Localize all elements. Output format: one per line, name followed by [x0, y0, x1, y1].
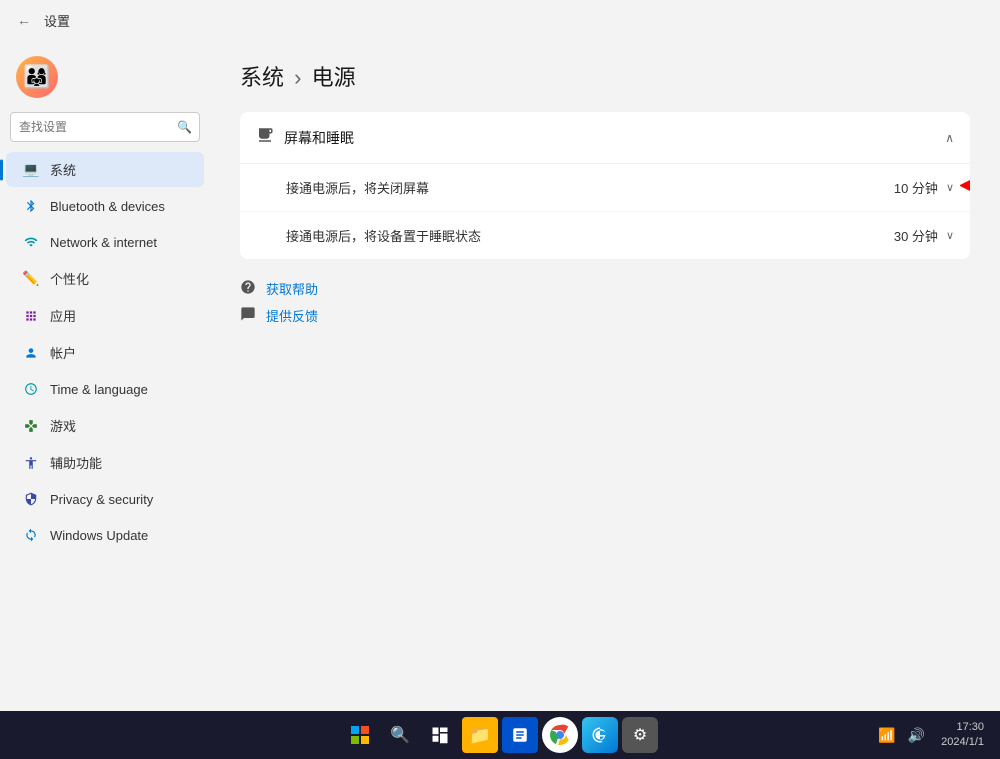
screen-off-chevron: ∨	[946, 181, 954, 194]
sidebar-item-personalization[interactable]: ✏️ 个性化	[6, 261, 204, 296]
sidebar-item-accounts[interactable]: 帐户	[6, 335, 204, 370]
taskview-button[interactable]	[422, 717, 458, 753]
get-help-label: 获取帮助	[266, 279, 318, 298]
page-header: 系统 › 电源	[240, 60, 970, 92]
search-input[interactable]	[10, 112, 200, 142]
card-header-left: 屏幕和睡眠	[256, 126, 354, 149]
sidebar-item-label: 系统	[50, 160, 76, 179]
sidebar-item-network[interactable]: Network & internet	[6, 225, 204, 259]
personalization-icon: ✏️	[22, 270, 40, 288]
screen-off-value-container[interactable]: 10 分钟 ∨	[894, 178, 954, 197]
sidebar-item-label: Time & language	[50, 382, 148, 397]
breadcrumb-separator: ›	[294, 65, 301, 90]
main-content: 系统 › 电源 屏幕和睡眠 ∧	[210, 40, 1000, 711]
search-icon: 🔍	[177, 120, 192, 134]
edge-button[interactable]	[582, 717, 618, 753]
sidebar-item-privacy[interactable]: Privacy & security	[6, 482, 204, 516]
titlebar: ← 设置	[0, 0, 1000, 40]
setting-row-screen: 接通电源后，将关闭屏幕 10 分钟 ∨	[240, 164, 970, 212]
sidebar-item-accessibility[interactable]: 辅助功能	[6, 445, 204, 480]
taskbar-tray: 📶 🔊 17:30 2024/1/1	[874, 720, 992, 751]
card-expand-chevron[interactable]: ∧	[945, 131, 954, 145]
accessibility-icon	[22, 454, 40, 472]
taskbar-clock[interactable]: 17:30 2024/1/1	[933, 720, 992, 751]
sleep-value: 30 分钟	[894, 226, 938, 245]
screen-sleep-header[interactable]: 屏幕和睡眠 ∧	[240, 112, 970, 164]
get-help-link[interactable]: 获取帮助	[240, 279, 970, 298]
screen-sleep-card: 屏幕和睡眠 ∧ 接通电源后，将关闭屏幕 10 分钟 ∨	[240, 112, 970, 259]
sidebar-item-apps[interactable]: 应用	[6, 298, 204, 333]
help-section: 获取帮助 提供反馈	[240, 279, 970, 325]
clock-date: 2024/1/1	[941, 735, 984, 750]
breadcrumb: 系统 › 电源	[240, 60, 970, 92]
bluetooth-icon	[22, 197, 40, 215]
breadcrumb-current: 电源	[312, 65, 356, 90]
file-explorer-button[interactable]: 📁	[462, 717, 498, 753]
task-manager-button[interactable]	[502, 717, 538, 753]
taskbar-center: 🔍 📁 ⚙	[342, 717, 658, 753]
screen-off-value: 10 分钟	[894, 178, 938, 197]
taskbar-search-button[interactable]: 🔍	[382, 717, 418, 753]
time-icon	[22, 380, 40, 398]
privacy-icon	[22, 490, 40, 508]
chrome-button[interactable]	[542, 717, 578, 753]
back-button[interactable]: ←	[12, 8, 36, 32]
breadcrumb-parent: 系统	[240, 65, 284, 90]
network-icon	[22, 233, 40, 251]
sidebar-item-windows-update[interactable]: Windows Update	[6, 518, 204, 552]
content-area: 👨‍👩‍👧 🔍 💻 系统 Bluetooth & devices	[0, 40, 1000, 711]
sidebar-item-label: 游戏	[50, 416, 76, 435]
avatar: 👨‍👩‍👧	[16, 56, 58, 98]
feedback-label: 提供反馈	[266, 306, 318, 325]
red-arrow-annotation	[960, 170, 970, 205]
taskbar: 🔍 📁 ⚙ 📶 🔊 17:30 2024/1/1	[0, 711, 1000, 759]
settings-window: ← 设置 👨‍👩‍👧 🔍 💻 系统 B	[0, 0, 1000, 711]
tray-icon-network[interactable]: 📶	[874, 723, 899, 748]
taskbar-settings-button[interactable]: ⚙	[622, 717, 658, 753]
screen-icon	[256, 126, 274, 149]
clock-time: 17:30	[941, 720, 984, 735]
setting-row-sleep: 接通电源后，将设备置于睡眠状态 30 分钟 ∨	[240, 212, 970, 259]
sidebar: 👨‍👩‍👧 🔍 💻 系统 Bluetooth & devices	[0, 40, 210, 711]
feedback-icon	[240, 306, 256, 325]
sidebar-item-label: Bluetooth & devices	[50, 199, 165, 214]
user-profile: 👨‍👩‍👧	[0, 48, 210, 110]
search-box: 🔍	[10, 112, 200, 142]
windows-update-icon	[22, 526, 40, 544]
apps-icon	[22, 307, 40, 325]
screen-off-label: 接通电源后，将关闭屏幕	[286, 178, 429, 197]
sidebar-item-label: 帐户	[50, 343, 76, 362]
start-button[interactable]	[342, 717, 378, 753]
titlebar-title: 设置	[44, 11, 70, 30]
sidebar-item-label: Windows Update	[50, 528, 148, 543]
sidebar-item-label: Privacy & security	[50, 492, 153, 507]
sleep-label: 接通电源后，将设备置于睡眠状态	[286, 226, 481, 245]
sidebar-item-time[interactable]: Time & language	[6, 372, 204, 406]
sidebar-item-bluetooth[interactable]: Bluetooth & devices	[6, 189, 204, 223]
sidebar-item-label: 个性化	[50, 269, 89, 288]
sleep-chevron: ∨	[946, 229, 954, 242]
gaming-icon	[22, 417, 40, 435]
feedback-link[interactable]: 提供反馈	[240, 306, 970, 325]
tray-icon-volume[interactable]: 🔊	[904, 723, 929, 748]
sidebar-item-label: Network & internet	[50, 235, 157, 250]
system-icon: 💻	[22, 161, 40, 179]
sleep-value-container[interactable]: 30 分钟 ∨	[894, 226, 954, 245]
help-icon	[240, 279, 256, 298]
sidebar-item-label: 应用	[50, 306, 76, 325]
sidebar-item-label: 辅助功能	[50, 453, 102, 472]
sidebar-item-system[interactable]: 💻 系统	[6, 152, 204, 187]
sidebar-item-gaming[interactable]: 游戏	[6, 408, 204, 443]
card-header-label: 屏幕和睡眠	[284, 128, 354, 148]
accounts-icon	[22, 344, 40, 362]
windows-logo	[351, 726, 369, 744]
